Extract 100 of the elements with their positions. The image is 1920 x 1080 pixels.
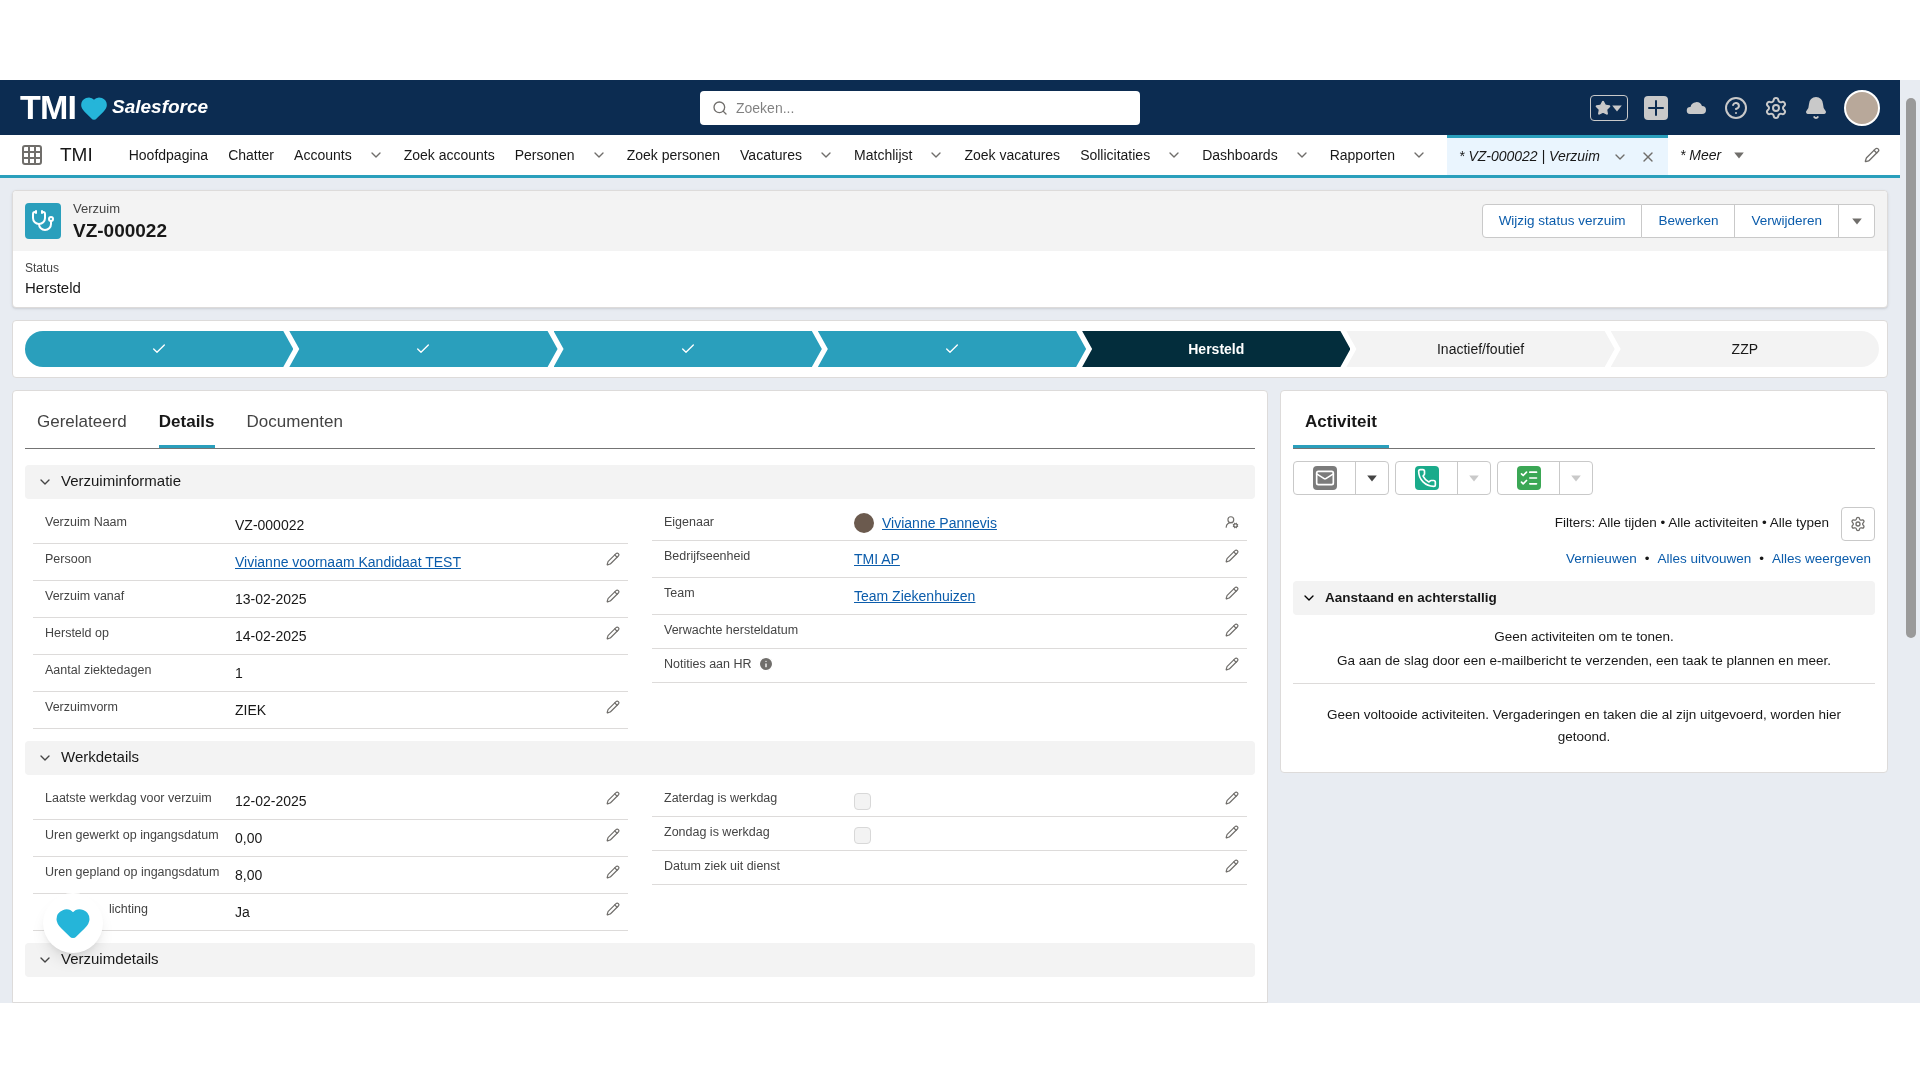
nav-item[interactable]: Zoek personen [626,135,721,175]
field-label: Verzuimvorm [45,698,118,715]
tab[interactable]: Gerelateerd [37,399,127,448]
field-value: Ja [235,903,250,920]
edit-icon[interactable] [606,699,620,714]
path-stage[interactable]: Inactief/foutief [1346,331,1615,367]
task-icon [1516,465,1541,490]
section-header[interactable]: Verzuiminformatie [25,464,1255,499]
section-header[interactable]: Verzuimdetails [25,942,1255,977]
activity-tab[interactable]: Activiteit [1293,399,1389,448]
field-label: Verwachte hersteldatum [664,621,799,638]
path-stage[interactable] [289,331,558,367]
owner-link[interactable]: Vivianne Pannevis [882,512,997,534]
edit-icon[interactable] [606,901,620,916]
edit-icon[interactable] [1225,656,1239,671]
field-value: VZ-000022 [235,516,305,533]
nav-item[interactable]: Sollicitaties [1080,135,1183,175]
edit-icon[interactable] [1225,585,1239,600]
field-label: Uren gewerkt op ingangsdatum [45,826,219,843]
more-menu[interactable]: * Meer [1679,144,1746,166]
edit-icon[interactable] [1225,858,1239,873]
app-launcher-icon[interactable] [20,143,44,167]
scrollbar[interactable] [1906,98,1916,638]
user-avatar[interactable] [1844,89,1880,126]
field-label: Team [664,584,695,601]
action-button[interactable]: Bewerken [1642,203,1736,238]
email-icon [1312,465,1337,490]
nav-item[interactable]: Chatter [228,135,275,175]
action-button[interactable]: Verwijderen [1735,203,1839,238]
field-value: ZIEK [235,701,267,718]
nav-item[interactable]: Personen [514,135,607,175]
nav-item[interactable]: Zoek accounts [403,135,495,175]
edit-icon[interactable] [606,790,620,805]
edit-icon[interactable] [606,827,620,842]
nav-item[interactable]: Dashboards [1202,135,1310,175]
empty-title: Geen activiteiten om te tonen. [1493,627,1675,646]
bullet-separator: • [1644,549,1650,568]
checkbox[interactable] [854,826,871,844]
field-label: Persoon [45,550,92,567]
edit-icon[interactable] [606,551,620,566]
edit-icon[interactable] [1225,622,1239,637]
tab[interactable]: Documenten [246,399,343,448]
section-title: Werkdetails [61,747,140,768]
field-label: Bedrijfseenheid [664,547,751,564]
field-label: Zondag is werkdag [664,823,770,840]
nav-item[interactable]: Zoek vacatures [964,135,1061,175]
notifications-icon[interactable] [1804,95,1828,120]
filters-text: Filters: Alle tijden • Alle activiteiten • Alle typen [1554,514,1829,533]
field-label: Verzuim Naam [45,513,127,530]
field-value: 14-02-2025 [235,627,307,644]
empty-text: Ga aan de slag door een e-mailbericht te verzenden, een taak te plannen en meer. [1336,652,1832,670]
nav-item[interactable]: Hoofdpagina [128,135,209,175]
tab[interactable]: Details [158,399,215,448]
edit-icon[interactable] [1225,790,1239,805]
record-link[interactable]: Team Ziekenhuizen [854,587,976,604]
favorites-button[interactable] [1590,94,1628,121]
phone-icon [1414,465,1439,490]
activity-link[interactable]: Alles weergeven [1771,548,1871,569]
add-icon[interactable] [1644,95,1668,120]
record-link[interactable]: Vivianne voornaam Kandidaat TEST [235,553,461,570]
path-stage[interactable]: Hersteld [1082,331,1351,367]
path-stage[interactable] [553,331,822,367]
field-label: Aantal ziektedagen [45,661,152,678]
field-label: Uren gepland op ingangsdatum [45,863,220,880]
field-label: Verzuim vanaf [45,587,125,604]
field-label: Eigenaar [664,513,715,530]
nav-item[interactable]: Vacatures [740,135,835,175]
action-button[interactable]: Wijzig status verzuim [1481,203,1643,238]
settings-icon[interactable] [1764,95,1788,120]
edit-icon[interactable] [606,588,620,603]
help-icon[interactable] [1724,95,1748,120]
record-title: VZ-000022 [73,218,167,243]
field-label: Hersteld op [45,624,109,641]
search-field[interactable]: Zoeken... [700,90,1140,125]
path-stage[interactable]: ZZP [1610,331,1879,367]
edit-icon[interactable] [606,625,620,640]
nav-item[interactable]: Matchlijst [854,135,945,175]
record-tab[interactable]: * VZ-000022 | Verzuim [1447,135,1668,175]
brand-name: Salesforce [112,95,209,120]
nav-item[interactable]: Rapporten [1329,135,1428,175]
upcoming-header[interactable]: Aanstaand en achterstallig [1293,580,1875,615]
checkbox[interactable] [854,792,871,810]
filter-settings-button[interactable] [1841,506,1875,541]
edit-icon[interactable] [606,864,620,879]
path-stage[interactable] [25,331,294,367]
edit-nav-icon[interactable] [1864,147,1880,163]
section-header[interactable]: Werkdetails [25,740,1255,775]
record-link[interactable]: TMI AP [854,550,900,567]
change-owner-icon[interactable] [1225,514,1239,529]
activity-link[interactable]: Vernieuwen [1566,548,1637,569]
field-label: lichting [109,900,148,917]
edit-icon[interactable] [1225,548,1239,563]
field-value: 0,00 [235,829,263,846]
past-activities-text: Geen voltooide activiteiten. Vergaderingen en taken die al zijn uitgevoerd, worden hier getoond. [1325,706,1843,747]
search-icon [712,99,728,116]
nav-item[interactable]: Accounts [294,135,384,175]
activity-link[interactable]: Alles uitvouwen [1657,548,1752,569]
path-stage[interactable] [817,331,1087,367]
edit-icon[interactable] [1225,824,1239,839]
section-title: Verzuiminformatie [61,471,182,492]
